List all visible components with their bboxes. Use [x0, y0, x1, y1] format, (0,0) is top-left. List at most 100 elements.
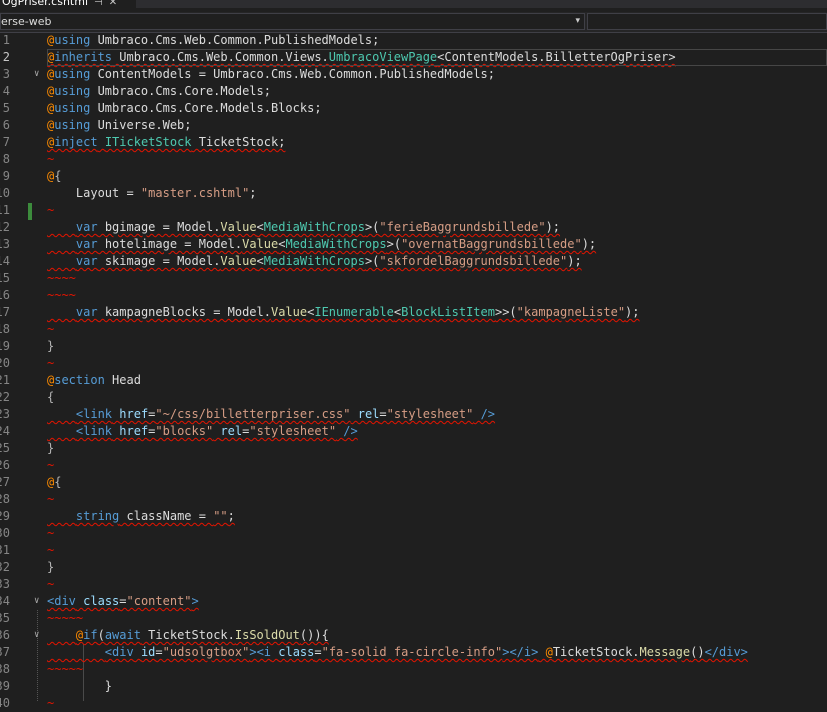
code-line[interactable]: 37 <div id="udsolgtbox"><i class="fa-sol…	[0, 644, 827, 661]
code-line[interactable]: 28 ~	[0, 491, 827, 508]
project-name: erse-web	[1, 15, 52, 28]
line-number: 1	[2, 33, 10, 47]
code-text: var kampagneBlocks = Model.Value<IEnumer…	[75, 305, 640, 319]
code-line[interactable]: 5 @using Umbraco.Cms.Core.Models.Blocks;	[0, 100, 827, 117]
code-line[interactable]: 31 ~	[0, 542, 827, 559]
code-text: ~	[47, 152, 55, 166]
code-text: <div class="content">	[47, 594, 199, 608]
line-number: 24	[0, 424, 10, 438]
line-number: 23	[0, 407, 10, 421]
code-line[interactable]: 4 @using Umbraco.Cms.Core.Models;	[0, 83, 827, 100]
code-line[interactable]: 38 ~~~~~	[0, 661, 827, 678]
code-line[interactable]: 9 @{	[0, 168, 827, 185]
code-text: <link href="~/css/billetterpriser.css" r…	[75, 407, 496, 421]
line-number: 10	[0, 186, 10, 200]
code-line[interactable]: 34 ∨<div class="content">	[0, 593, 827, 610]
code-line[interactable]: 22 {	[0, 389, 827, 406]
close-icon[interactable]: ✕	[109, 0, 117, 8]
code-text: {	[47, 390, 55, 404]
tab-file[interactable]: OgPriser.cshtml ⊣ ✕	[0, 0, 136, 8]
fold-toggle-icon[interactable]: ∨	[34, 66, 44, 83]
line-number: 20	[0, 356, 10, 370]
code-editor[interactable]: 1 @using Umbraco.Cms.Web.Common.Published…	[0, 32, 827, 710]
code-text: @using Umbraco.Cms.Core.Models;	[47, 84, 271, 98]
code-line[interactable]: 6 @using Universe.Web;	[0, 117, 827, 134]
code-line[interactable]: 32}	[0, 559, 827, 576]
tab-bar: OgPriser.cshtml ⊣ ✕	[0, 0, 827, 8]
code-line[interactable]: 21 @section Head	[0, 372, 827, 389]
code-line[interactable]: 8 ~	[0, 151, 827, 168]
code-line[interactable]: 33 ~	[0, 576, 827, 593]
code-text: @using Umbraco.Cms.Web.Common.PublishedM…	[47, 33, 380, 47]
line-number: 21	[0, 373, 10, 387]
code-line[interactable]: 1 @using Umbraco.Cms.Web.Common.Published…	[0, 32, 827, 49]
code-line[interactable]: 2 @inherits Umbraco.Cms.Web.Common.Views.…	[0, 49, 827, 66]
tab-title: OgPriser.cshtml	[2, 0, 89, 8]
line-number: 22	[0, 390, 10, 404]
code-line[interactable]: 20 ~	[0, 355, 827, 372]
line-number: 35	[0, 611, 10, 625]
code-text: ~	[47, 543, 55, 557]
code-text: @{	[47, 169, 62, 183]
line-number: 30	[0, 526, 10, 540]
line-number: 13	[0, 237, 10, 251]
code-line[interactable]: 18 ~	[0, 321, 827, 338]
line-number: 25	[0, 441, 10, 455]
code-line[interactable]: 30 ~	[0, 525, 827, 542]
line-number: 39	[0, 679, 10, 693]
code-line[interactable]: 24 <link href="blocks" rel="stylesheet" …	[0, 423, 827, 440]
code-text: ~	[47, 356, 55, 370]
code-line[interactable]: 10 Layout = "master.cshtml";	[0, 185, 827, 202]
code-line[interactable]: 25}	[0, 440, 827, 457]
code-text: @using Universe.Web;	[47, 118, 192, 132]
code-line[interactable]: 19}	[0, 338, 827, 355]
code-line[interactable]: 14 var skimage = Model.Value<MediaWithCr…	[0, 253, 827, 270]
code-line[interactable]: 3 ∨ @using ContentModels = Umbraco.Cms.Web…	[0, 66, 827, 83]
line-number: 2	[2, 50, 10, 64]
fold-toggle-icon[interactable]: ∨	[34, 627, 44, 644]
code-text: ~~~~	[47, 271, 76, 285]
line-number: 37	[0, 645, 10, 659]
code-text: ~	[47, 577, 55, 591]
line-number: 7	[2, 135, 10, 149]
code-line[interactable]: 36 ∨ @if(await TicketStock.IsSoldOut()){	[0, 627, 827, 644]
code-text: var hotelimage = Model.Value<MediaWithCr…	[75, 237, 597, 251]
code-text: Layout = "master.cshtml";	[47, 186, 257, 200]
code-line[interactable]: 15 ~~~~	[0, 270, 827, 287]
code-line[interactable]: 29 string className = "";	[0, 508, 827, 525]
code-line[interactable]: 40 ~	[0, 695, 827, 712]
line-number: 15	[0, 271, 10, 285]
code-line[interactable]: 17 var kampagneBlocks = Model.Value<IEnu…	[0, 304, 827, 321]
code-line[interactable]: 13 var hotelimage = Model.Value<MediaWit…	[0, 236, 827, 253]
code-text: @inject ITicketStock TicketStock;	[47, 135, 286, 149]
fold-toggle-icon[interactable]: ∨	[34, 593, 44, 610]
code-line[interactable]: 27 @{	[0, 474, 827, 491]
line-number: 33	[0, 577, 10, 591]
line-number: 32	[0, 560, 10, 574]
code-line[interactable]: 23 <link href="~/css/billetterpriser.css…	[0, 406, 827, 423]
code-line[interactable]: 7 @inject ITicketStock TicketStock;	[0, 134, 827, 151]
line-number: 29	[0, 509, 10, 523]
line-number: 4	[2, 84, 10, 98]
member-dropdown[interactable]	[587, 13, 827, 30]
code-line[interactable]: 39 }	[0, 678, 827, 695]
code-text: }	[47, 679, 113, 693]
code-text: var bgimage = Model.Value<MediaWithCrops…	[75, 220, 561, 234]
pin-icon[interactable]: ⊣	[94, 0, 103, 8]
code-line[interactable]: 35 ~~~~~	[0, 610, 827, 627]
line-number: 27	[0, 475, 10, 489]
code-text: ~~~~~	[47, 662, 84, 676]
project-dropdown[interactable]: erse-web ▾	[0, 13, 585, 30]
code-line[interactable]: 12 var bgimage = Model.Value<MediaWithCr…	[0, 219, 827, 236]
line-number: 6	[2, 118, 10, 132]
code-text: @if(await TicketStock.IsSoldOut()){	[75, 628, 329, 642]
code-line[interactable]: 26 ~	[0, 457, 827, 474]
code-line[interactable]: 16 ~~~~	[0, 287, 827, 304]
line-number: 38	[0, 662, 10, 676]
line-number: 5	[2, 101, 10, 115]
line-number: 11	[0, 203, 10, 217]
line-number: 17	[0, 305, 10, 319]
line-number: 3	[2, 67, 10, 81]
code-line[interactable]: 11 ~	[0, 202, 827, 219]
line-number: 34	[0, 594, 10, 608]
